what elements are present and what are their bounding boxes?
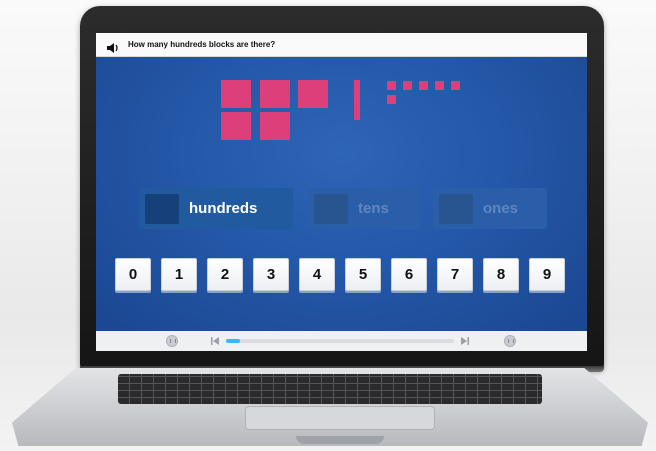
digit-key-1[interactable]: 1 — [161, 258, 197, 291]
laptop-keyboard — [118, 374, 542, 404]
digit-key-4[interactable]: 4 — [299, 258, 335, 291]
progress-track[interactable] — [226, 339, 454, 343]
digit-key-5[interactable]: 5 — [345, 258, 381, 291]
playback-controls — [96, 331, 587, 351]
digit-key-3[interactable]: 3 — [253, 258, 289, 291]
laptop-front-notch — [296, 436, 384, 444]
digit-key-8[interactable]: 8 — [483, 258, 519, 291]
pause-icon[interactable] — [504, 335, 516, 347]
answer-slot-ones[interactable] — [439, 193, 473, 224]
skip-forward-icon[interactable] — [460, 336, 470, 346]
progress-fill — [226, 339, 240, 343]
hundred-block — [221, 112, 251, 140]
laptop-trackpad — [245, 406, 435, 430]
skip-back-icon[interactable] — [210, 336, 220, 346]
place-value-label: ones — [483, 200, 519, 217]
one-cube — [403, 81, 412, 90]
pause-icon[interactable] — [166, 335, 178, 347]
hundred-block — [221, 80, 251, 108]
digit-key-2[interactable]: 2 — [207, 258, 243, 291]
place-value-label: hundreds — [189, 200, 258, 217]
question-bar: How many hundreds blocks are there? — [96, 33, 587, 57]
one-cube — [387, 81, 396, 90]
digit-key-7[interactable]: 7 — [437, 258, 473, 291]
play-area: hundreds tens ones 0 1 2 3 4 5 6 7 8 9 — [96, 57, 587, 331]
one-cube — [451, 81, 460, 90]
answer-slot-hundreds[interactable] — [145, 193, 179, 224]
place-value-ones[interactable]: ones — [433, 188, 547, 229]
digit-key-0[interactable]: 0 — [115, 258, 151, 291]
place-value-tens[interactable]: tens — [308, 188, 420, 229]
place-value-hundreds[interactable]: hundreds — [139, 188, 293, 229]
hundred-block — [260, 80, 290, 108]
digit-key-6[interactable]: 6 — [391, 258, 427, 291]
hundred-block — [298, 80, 328, 108]
speaker-icon[interactable] — [106, 39, 120, 53]
hundred-block — [260, 112, 290, 140]
digit-key-9[interactable]: 9 — [529, 258, 565, 291]
place-value-label: tens — [358, 200, 389, 217]
ten-rod — [354, 80, 360, 120]
app-screen: How many hundreds blocks are there? hund… — [96, 33, 587, 351]
one-cube — [387, 95, 396, 104]
answer-slot-tens[interactable] — [314, 193, 348, 224]
one-cube — [419, 81, 428, 90]
one-cube — [435, 81, 444, 90]
question-text: How many hundreds blocks are there? — [128, 40, 276, 49]
